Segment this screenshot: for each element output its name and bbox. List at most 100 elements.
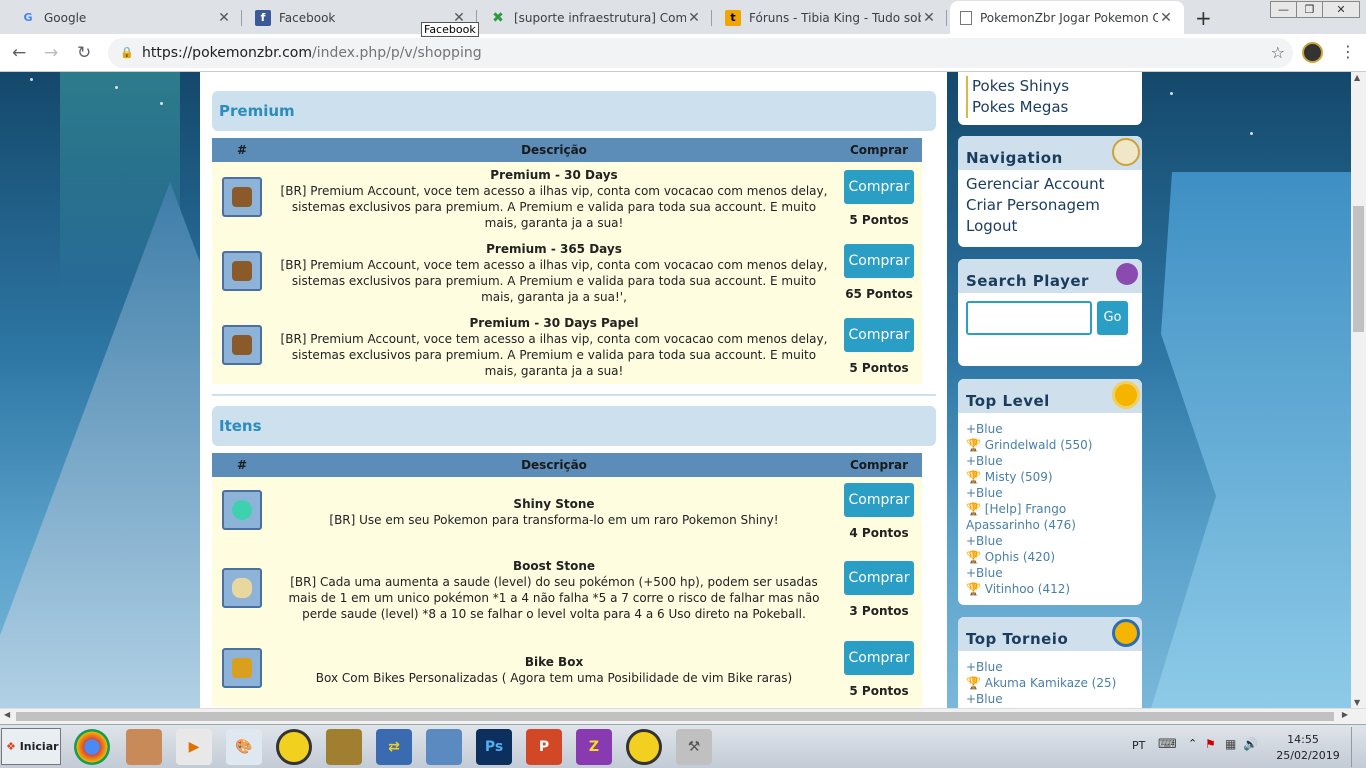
close-icon[interactable]: ✕ bbox=[686, 10, 702, 26]
link-criar-personagem[interactable]: Criar Personagem bbox=[966, 195, 1134, 216]
scroll-up-icon[interactable]: ▲ bbox=[1354, 73, 1360, 82]
show-desktop-button[interactable] bbox=[1351, 727, 1363, 767]
scroll-left-icon[interactable]: ◀ bbox=[4, 710, 10, 719]
tab-pokemonzbr[interactable]: PokemonZbr Jogar Pokemon Online ✕ bbox=[950, 1, 1184, 34]
forward-icon[interactable]: → bbox=[44, 43, 58, 63]
buy-button[interactable]: Comprar bbox=[844, 318, 914, 352]
lock-icon: 🔒 bbox=[120, 46, 134, 59]
trophy-icon: 🏆 bbox=[966, 438, 985, 452]
paint-taskbar-icon[interactable]: 🎨 bbox=[226, 729, 262, 765]
close-icon[interactable]: ✕ bbox=[921, 10, 937, 26]
chevron-up-icon[interactable]: ⌃ bbox=[1188, 737, 1197, 750]
address-bar[interactable]: 🔒 https://pokemonzbr.com/index.php/p/v/s… bbox=[108, 38, 1293, 68]
horizontal-scrollbar[interactable]: ◀ ▶ bbox=[0, 708, 1366, 724]
buy-button[interactable]: Comprar bbox=[844, 170, 914, 204]
page-viewport: Premium # Descrição Comprar Premium - 30… bbox=[0, 72, 1351, 708]
close-icon[interactable]: ✕ bbox=[1158, 10, 1174, 26]
rank-entry[interactable]: 🏆 Vitinhoo (412) bbox=[966, 581, 1134, 597]
table-row: Boost Stone [BR] Cada uma aumenta a saude… bbox=[212, 547, 922, 633]
scroll-down-icon[interactable]: ▼ bbox=[1354, 698, 1360, 707]
buy-button[interactable]: Comprar bbox=[844, 641, 914, 675]
premium-section-title: Premium bbox=[212, 91, 936, 131]
link-more[interactable]: +Blue bbox=[966, 485, 1134, 501]
go-button[interactable]: Go bbox=[1097, 301, 1128, 335]
price: 5 Pontos bbox=[849, 361, 909, 375]
trophy-icon: 🏆 bbox=[966, 676, 985, 690]
rank-entry[interactable]: 🏆 [Help] Frango Apassarinho (476) bbox=[966, 501, 1134, 533]
maximize-button[interactable]: ❐ bbox=[1296, 1, 1323, 18]
link-gerenciar-account[interactable]: Gerenciar Account bbox=[966, 174, 1134, 195]
new-tab-button[interactable]: + bbox=[1195, 6, 1212, 30]
clock-date[interactable]: 25/02/2019 bbox=[1275, 749, 1341, 762]
reload-icon[interactable]: ↻ bbox=[77, 43, 91, 63]
trophy-icon: 🏆 bbox=[966, 502, 985, 516]
tab-google[interactable]: G Google ✕ bbox=[10, 1, 242, 34]
vertical-scrollbar[interactable]: ▲ ▼ bbox=[1351, 72, 1366, 708]
link-pokes-megas[interactable]: Pokes Megas bbox=[972, 97, 1134, 118]
game-client-taskbar-icon[interactable] bbox=[126, 729, 162, 765]
link-logout[interactable]: Logout bbox=[966, 216, 1134, 237]
shiny-stone-icon bbox=[222, 490, 262, 530]
clock-time[interactable]: 14:55 bbox=[1275, 733, 1331, 746]
tibiaking-icon: t bbox=[725, 9, 741, 26]
chrome-taskbar-icon[interactable] bbox=[74, 729, 110, 765]
rank-entry[interactable]: 🏆 Misty (509) bbox=[966, 469, 1134, 485]
player-search-input[interactable] bbox=[966, 301, 1092, 335]
close-icon[interactable]: ✕ bbox=[216, 10, 232, 26]
rank-entry[interactable]: 🏆 Ophis (420) bbox=[966, 549, 1134, 565]
tournament-badge-icon bbox=[1112, 619, 1140, 647]
menu-icon[interactable]: ⋮ bbox=[1340, 42, 1356, 61]
vertical-scroll-thumb[interactable] bbox=[1353, 206, 1364, 332]
filezilla-taskbar-icon[interactable]: Z bbox=[576, 729, 612, 765]
close-window-button[interactable]: ✕ bbox=[1322, 1, 1360, 18]
col-desc: Descrição bbox=[272, 453, 836, 477]
meowth-icon bbox=[1112, 138, 1140, 166]
pokeball-icon bbox=[1116, 263, 1138, 285]
back-icon[interactable]: ← bbox=[12, 43, 26, 63]
media-player-taskbar-icon[interactable]: ▶ bbox=[176, 729, 212, 765]
horizontal-scroll-thumb[interactable] bbox=[16, 712, 1334, 721]
volume-icon[interactable]: 🔊 bbox=[1243, 737, 1258, 751]
powerpoint-taskbar-icon[interactable]: P bbox=[526, 729, 562, 765]
trophy-icon: 🏆 bbox=[966, 470, 985, 484]
pokemon-client-2-taskbar-icon[interactable] bbox=[626, 729, 662, 765]
minimize-button[interactable]: — bbox=[1270, 1, 1297, 18]
buy-button[interactable]: Comprar bbox=[844, 561, 914, 595]
keyboard-icon[interactable]: ⌨ bbox=[1158, 737, 1177, 752]
trophy-icon: 🏆 bbox=[966, 550, 985, 564]
action-center-icon[interactable]: ⚑ bbox=[1205, 737, 1216, 751]
network-icon[interactable]: ▦ bbox=[1225, 737, 1236, 751]
price: 4 Pontos bbox=[849, 526, 909, 540]
link-more[interactable]: +Blue bbox=[966, 691, 1134, 707]
tab-suporte[interactable]: ✖ [suporte infraestrutura] Como comp ✕ bbox=[480, 1, 712, 34]
ftp-taskbar-icon[interactable]: ⇄ bbox=[376, 729, 412, 765]
top-torneio-panel: Top Torneio +Blue 🏆 Akuma Kamikaze (25) … bbox=[958, 617, 1142, 708]
buy-button[interactable]: Comprar bbox=[844, 244, 914, 278]
start-button[interactable]: ❖ Iniciar bbox=[1, 728, 61, 765]
url-path: /index.php/p/v/shopping bbox=[312, 45, 482, 61]
price: 65 Pontos bbox=[845, 287, 913, 301]
link-pokes-shinys[interactable]: Pokes Shinys bbox=[972, 76, 1134, 97]
tab-tibiaking[interactable]: t Fóruns - Tibia King - Tudo sobre Tibi … bbox=[715, 1, 947, 34]
tibia-taskbar-icon[interactable] bbox=[326, 729, 362, 765]
virtualbox-taskbar-icon[interactable] bbox=[426, 729, 462, 765]
col-buy: Comprar bbox=[836, 138, 922, 162]
shop-content: Premium # Descrição Comprar Premium - 30… bbox=[200, 72, 947, 708]
link-more[interactable]: +Blue bbox=[966, 533, 1134, 549]
tools-taskbar-icon[interactable]: ⚒ bbox=[676, 729, 712, 765]
buy-button[interactable]: Comprar bbox=[844, 483, 914, 517]
rank-entry[interactable]: 🏆 Grindelwald (550) bbox=[966, 437, 1134, 453]
rank-entry[interactable]: 🏆 Akuma Kamikaze (25) bbox=[966, 675, 1134, 691]
link-more[interactable]: +Blue bbox=[966, 565, 1134, 581]
link-more[interactable]: +Blue bbox=[966, 421, 1134, 437]
star-icon[interactable]: ☆ bbox=[1271, 38, 1285, 68]
navigation-panel: Navigation Gerenciar Account Criar Perso… bbox=[958, 136, 1142, 247]
link-more[interactable]: +Blue bbox=[966, 659, 1134, 675]
photoshop-taskbar-icon[interactable]: Ps bbox=[476, 729, 512, 765]
profile-avatar[interactable] bbox=[1302, 42, 1323, 63]
pokemon-client-taskbar-icon[interactable] bbox=[276, 729, 312, 765]
itens-section-title: Itens bbox=[212, 406, 936, 446]
scroll-right-icon[interactable]: ▶ bbox=[1342, 710, 1348, 719]
language-indicator[interactable]: PT bbox=[1132, 739, 1145, 752]
link-more[interactable]: +Blue bbox=[966, 453, 1134, 469]
